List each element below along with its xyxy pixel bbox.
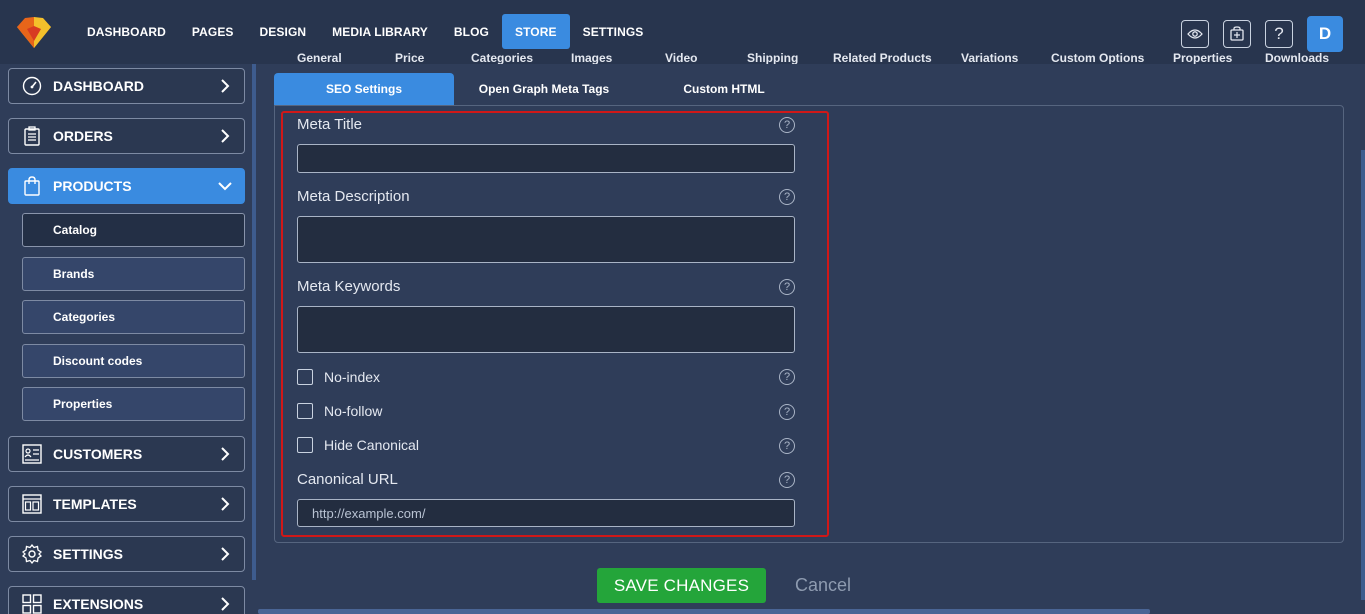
nav-design[interactable]: DESIGN [247, 14, 320, 49]
meta-keywords-textarea[interactable] [297, 306, 795, 353]
sidebar-item-settings[interactable]: SETTINGS [8, 536, 245, 572]
canonical-url-label: Canonical URL [297, 471, 398, 488]
noindex-label[interactable]: No-index [324, 369, 380, 385]
product-tabs: General Price Categories Images Video Sh… [275, 50, 1345, 64]
sidebar-subitem-catalog[interactable]: Catalog [22, 213, 245, 247]
sidebar-item-label: EXTENSIONS [53, 596, 144, 612]
help-icon[interactable]: ? [779, 117, 795, 133]
sidebar-item-label: DASHBOARD [53, 78, 144, 94]
logo-icon[interactable] [15, 14, 53, 50]
chevron-down-icon [218, 182, 232, 191]
help-icon[interactable]: ? [1265, 20, 1293, 48]
template-icon [21, 493, 43, 515]
sidebar-item-label: SETTINGS [53, 546, 124, 562]
sidebar-item-customers[interactable]: CUSTOMERS [8, 436, 245, 472]
hide-canonical-checkbox[interactable] [297, 437, 313, 453]
nofollow-row: No-follow [297, 403, 382, 419]
nav-pages[interactable]: PAGES [179, 14, 247, 49]
chevron-right-icon [221, 547, 230, 561]
seo-tabs: SEO Settings Open Graph Meta Tags Custom… [274, 73, 814, 105]
sidebar-subitem-discount-codes[interactable]: Discount codes [22, 344, 245, 378]
sidebar-item-templates[interactable]: TEMPLATES [8, 486, 245, 522]
help-icon[interactable]: ? [779, 438, 795, 454]
gauge-icon [21, 75, 43, 97]
tab-video[interactable]: Video [665, 51, 697, 64]
chevron-right-icon [221, 79, 230, 93]
nav-blog[interactable]: BLOG [441, 14, 502, 49]
nav-store[interactable]: STORE [501, 14, 570, 49]
save-changes-button[interactable]: SAVE CHANGES [597, 568, 766, 603]
contact-card-icon [21, 443, 43, 465]
avatar[interactable]: D [1307, 16, 1343, 52]
nofollow-label[interactable]: No-follow [324, 403, 382, 419]
sidebar-subitem-properties[interactable]: Properties [22, 387, 245, 421]
canonical-url-input[interactable] [297, 499, 795, 527]
grid-icon [21, 593, 43, 614]
chevron-right-icon [221, 597, 230, 611]
eye-icon[interactable] [1181, 20, 1209, 48]
tab-properties[interactable]: Properties [1173, 51, 1232, 64]
sidebar-item-label: PRODUCTS [53, 178, 132, 194]
meta-description-label: Meta Description [297, 188, 410, 205]
tab-images[interactable]: Images [571, 51, 612, 64]
tab-general[interactable]: General [297, 51, 342, 64]
help-icon[interactable]: ? [779, 279, 795, 295]
bag-icon [21, 175, 43, 197]
sidebar-item-label: TEMPLATES [53, 496, 137, 512]
noindex-checkbox[interactable] [297, 369, 313, 385]
tab-variations[interactable]: Variations [961, 51, 1018, 64]
help-icon[interactable]: ? [779, 369, 795, 385]
tab-custom-options[interactable]: Custom Options [1051, 51, 1144, 64]
vertical-scrollbar[interactable] [1361, 150, 1365, 600]
sidebar-subitem-categories[interactable]: Categories [22, 300, 245, 334]
sidebar-subitem-brands[interactable]: Brands [22, 257, 245, 291]
help-icon[interactable]: ? [779, 189, 795, 205]
nofollow-checkbox[interactable] [297, 403, 313, 419]
nav-settings[interactable]: SETTINGS [570, 14, 657, 49]
sidebar-item-dashboard[interactable]: DASHBOARD [8, 68, 245, 104]
tab-seo-settings[interactable]: SEO Settings [274, 73, 454, 105]
tab-open-graph-meta-tags[interactable]: Open Graph Meta Tags [454, 73, 634, 105]
sidebar-scrollbar[interactable] [252, 64, 256, 580]
sidebar-item-label: CUSTOMERS [53, 446, 143, 462]
nav-dashboard[interactable]: DASHBOARD [74, 14, 179, 49]
help-icon[interactable]: ? [779, 404, 795, 420]
chevron-right-icon [221, 129, 230, 143]
noindex-row: No-index [297, 369, 380, 385]
sidebar-item-extensions[interactable]: EXTENSIONS [8, 586, 245, 614]
tab-related-products[interactable]: Related Products [833, 51, 932, 64]
hide-canonical-row: Hide Canonical [297, 437, 419, 453]
tab-categories[interactable]: Categories [471, 51, 533, 64]
meta-title-input[interactable] [297, 144, 795, 173]
tab-shipping[interactable]: Shipping [747, 51, 798, 64]
top-actions: ? D [1181, 16, 1343, 52]
clipboard-icon [21, 125, 43, 147]
hide-canonical-label[interactable]: Hide Canonical [324, 437, 419, 453]
meta-keywords-label: Meta Keywords [297, 278, 401, 295]
tab-price[interactable]: Price [395, 51, 424, 64]
sidebar-item-products[interactable]: PRODUCTS [8, 168, 245, 204]
tab-downloads[interactable]: Downloads [1265, 51, 1329, 64]
top-nav: DASHBOARD PAGES DESIGN MEDIA LIBRARY BLO… [74, 14, 656, 49]
meta-title-label: Meta Title [297, 116, 363, 133]
chevron-right-icon [221, 447, 230, 461]
chevron-right-icon [221, 497, 230, 511]
sidebar-item-label: ORDERS [53, 128, 113, 144]
horizontal-scrollbar[interactable] [258, 609, 1150, 614]
cancel-button[interactable]: Cancel [795, 575, 851, 596]
sidebar-item-orders[interactable]: ORDERS [8, 118, 245, 154]
help-icon[interactable]: ? [779, 472, 795, 488]
cart-icon[interactable] [1223, 20, 1251, 48]
tab-custom-html[interactable]: Custom HTML [634, 73, 814, 105]
nav-media-library[interactable]: MEDIA LIBRARY [319, 14, 441, 49]
gear-icon [21, 543, 43, 565]
meta-description-textarea[interactable] [297, 216, 795, 263]
